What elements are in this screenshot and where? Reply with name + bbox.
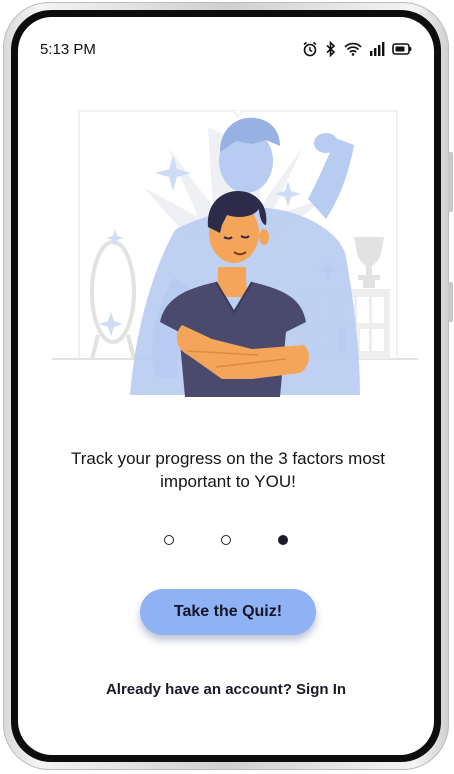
app-screen: 5:13 PM Track your progress on the 3 fac… <box>18 17 434 755</box>
bluetooth-icon <box>326 41 336 57</box>
onboarding-illustration <box>52 110 418 397</box>
status-icons <box>302 41 412 57</box>
take-quiz-button[interactable]: Take the Quiz! <box>140 589 316 635</box>
phone-bezel: 5:13 PM Track your progress on the 3 fac… <box>11 10 441 762</box>
battery-icon <box>392 43 412 55</box>
phone-frame: 5:13 PM Track your progress on the 3 fac… <box>3 2 453 770</box>
power-button <box>448 282 453 322</box>
status-time: 5:13 PM <box>40 40 96 58</box>
page-dot-1[interactable] <box>164 535 174 545</box>
page-dot-2[interactable] <box>221 535 231 545</box>
alarm-icon <box>303 41 317 57</box>
sign-in-link[interactable]: Already have an account? Sign In <box>18 681 434 698</box>
page-indicator <box>18 535 434 545</box>
signal-icon <box>370 42 385 56</box>
mirror-icon <box>90 240 136 360</box>
onboarding-headline: Track your progress on the 3 factors mos… <box>71 449 385 491</box>
wifi-icon <box>344 42 362 56</box>
status-bar: 5:13 PM <box>40 39 412 59</box>
volume-button <box>448 152 453 212</box>
page-dot-3-active[interactable] <box>278 535 288 545</box>
